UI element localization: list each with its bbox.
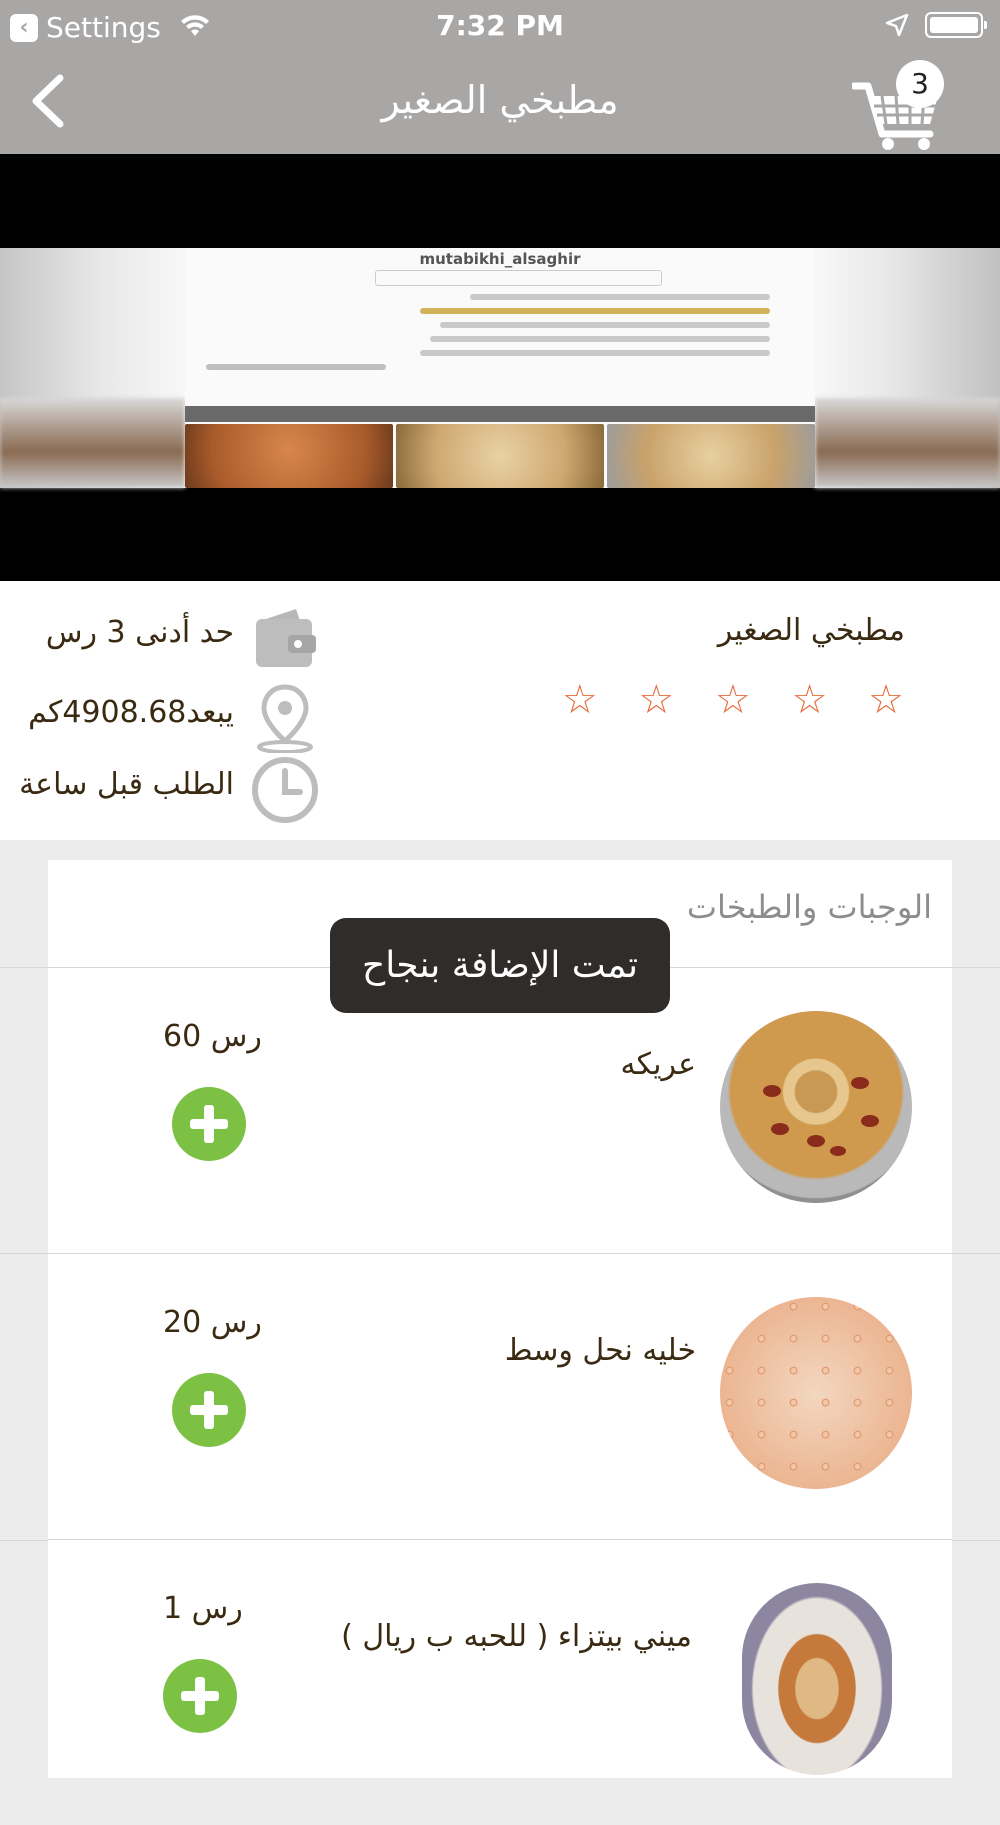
battery-icon [925, 12, 987, 38]
menu-item-price: 60 رس [163, 1019, 262, 1054]
banner-line [470, 294, 770, 300]
distance-text: يبعد4908.68كم [28, 695, 234, 730]
success-toast: تمت الإضافة بنجاح [330, 918, 670, 1013]
menu-item-name: عريكه [620, 1047, 696, 1082]
add-to-cart-button[interactable] [172, 1087, 246, 1161]
banner-caption-bar [185, 406, 815, 422]
nav-bar: مطبخي الصغير 3 [0, 50, 1000, 154]
banner-food-1 [185, 424, 393, 488]
banner-line [420, 308, 770, 314]
shop-name: مطبخي الصغير [717, 613, 905, 648]
add-to-cart-button[interactable] [172, 1373, 246, 1447]
add-to-cart-button[interactable] [163, 1659, 237, 1733]
menu-item[interactable]: ميني بيتزاء ( للحبه ب ريال ) 1 رس [48, 1539, 952, 1825]
status-bar: ‹ Settings 7:32 PM [0, 0, 1000, 50]
banner-blur-left [0, 398, 185, 488]
min-order-row: حد أدنى 3 رس [0, 603, 330, 673]
menu-item-image [720, 1011, 912, 1203]
menu-item-price: 20 رس [163, 1305, 262, 1340]
location-pin-icon [257, 684, 313, 753]
cart-count-badge: 3 [896, 60, 944, 108]
rating-stars: ☆ ☆ ☆ ☆ ☆ [561, 677, 918, 723]
shop-info: مطبخي الصغير ☆ ☆ ☆ ☆ ☆ حد أدنى 3 رس يبعد… [0, 581, 1000, 840]
banner-line [206, 364, 386, 370]
order-notice-row: الطلب قبل ساعة [0, 755, 330, 825]
banner-blur-right [815, 398, 1000, 488]
menu-item-image-dates [763, 1077, 879, 1156]
clock-icon [252, 757, 318, 823]
wallet-icon [256, 609, 316, 667]
banner-photo: mutabikhi_alsaghir [0, 248, 1000, 488]
menu-item-price: 1 رس [163, 1591, 243, 1626]
banner-food-3 [607, 424, 815, 488]
menu-item-name: ميني بيتزاء ( للحبه ب ريال ) [341, 1619, 692, 1654]
order-notice-text: الطلب قبل ساعة [19, 767, 234, 802]
menu-item-image [742, 1583, 892, 1775]
location-arrow-icon [885, 13, 909, 37]
banner-line [430, 336, 770, 342]
menu-section-title: الوجبات والطبخات [686, 888, 932, 926]
banner-line [440, 322, 770, 328]
banner-line [420, 350, 770, 356]
page-title: مطبخي الصغير [381, 78, 619, 122]
status-time: 7:32 PM [436, 9, 564, 42]
banner-food-2 [396, 424, 604, 488]
menu-item[interactable]: خليه نحل وسط 20 رس [48, 1253, 952, 1539]
distance-row: يبعد4908.68كم [0, 683, 330, 753]
banner-message-box [375, 270, 662, 286]
menu-item-image [720, 1297, 912, 1489]
shop-banner-image: mutabikhi_alsaghir [0, 154, 1000, 581]
min-order-text: حد أدنى 3 رس [45, 615, 234, 650]
menu-item-name: خليه نحل وسط [504, 1333, 696, 1368]
